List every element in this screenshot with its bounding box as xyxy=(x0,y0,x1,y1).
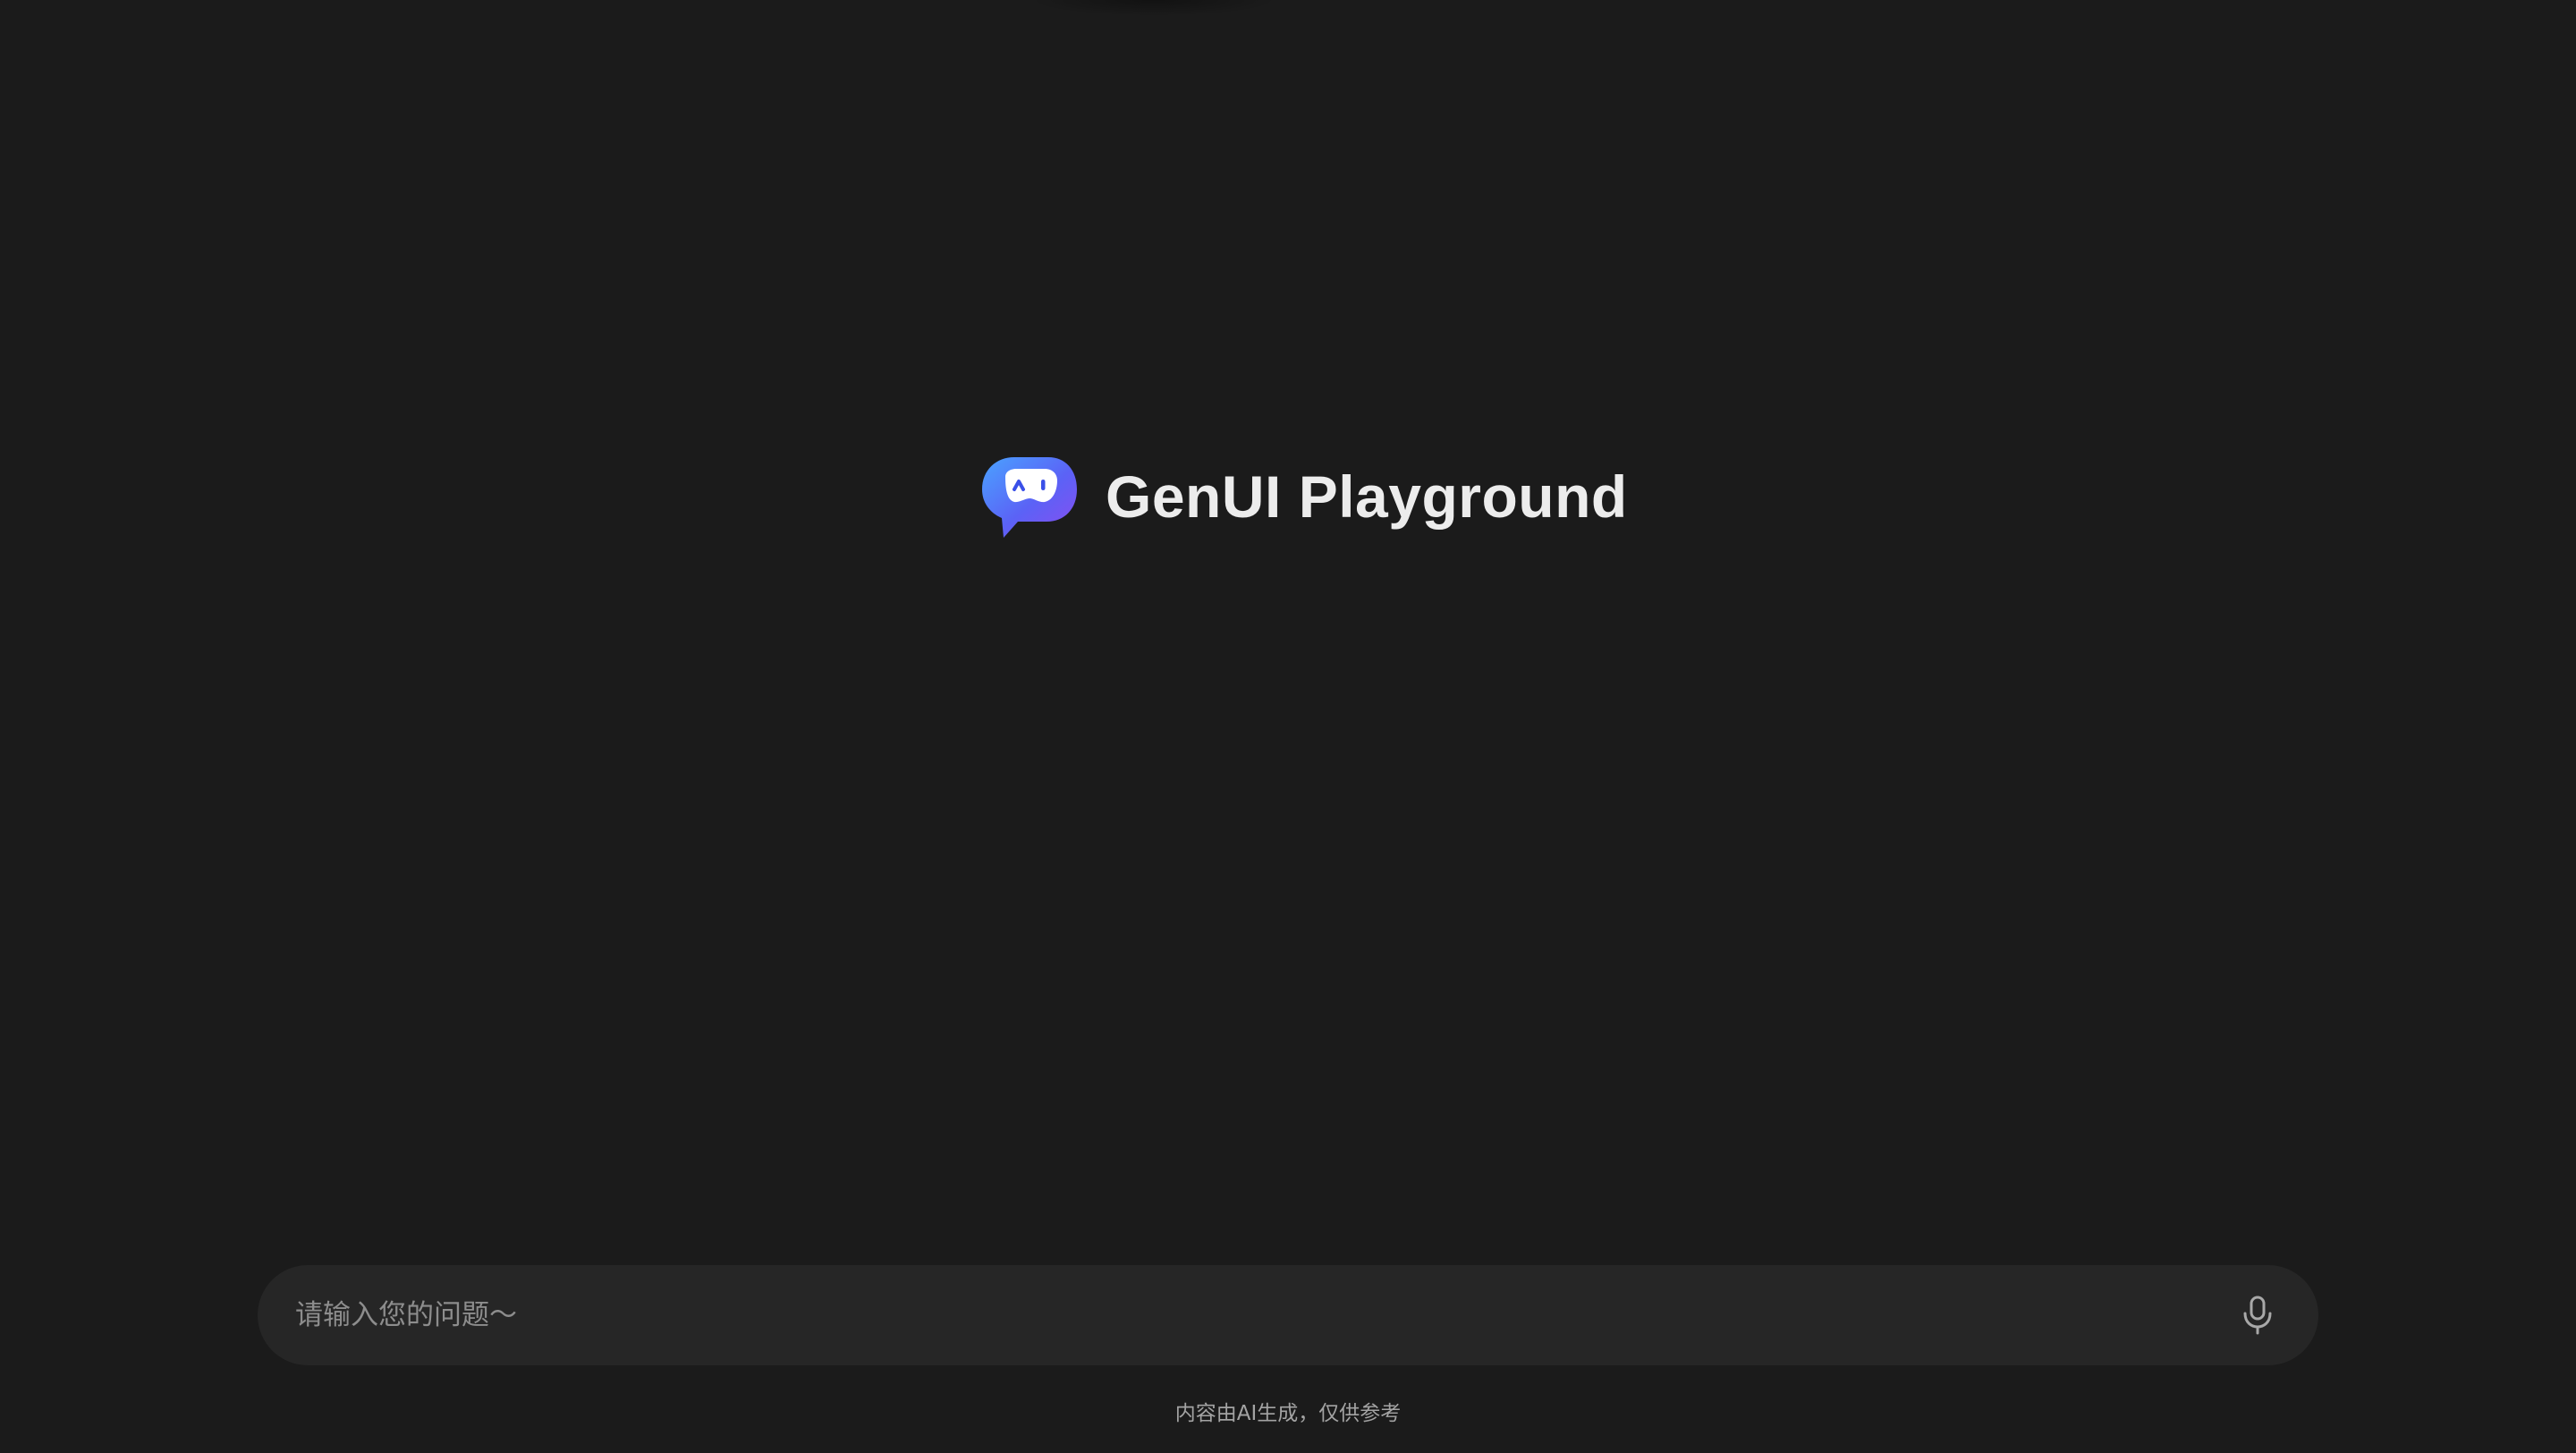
microphone-icon xyxy=(2243,1296,2272,1335)
app-page: GenUI Playground 内容由AI生成，仅供参考 xyxy=(0,0,2576,1453)
microphone-button[interactable] xyxy=(2234,1292,2281,1338)
robot-chat-bubble-icon xyxy=(982,457,1077,538)
ai-disclaimer: 内容由AI生成，仅供参考 xyxy=(1174,1402,1402,1425)
question-input[interactable] xyxy=(293,1287,2234,1343)
chat-input-bar xyxy=(258,1265,2318,1365)
brand-header: GenUI Playground xyxy=(979,452,1628,541)
page-title: GenUI Playground xyxy=(1106,463,1628,530)
top-shadow xyxy=(1029,0,1279,16)
